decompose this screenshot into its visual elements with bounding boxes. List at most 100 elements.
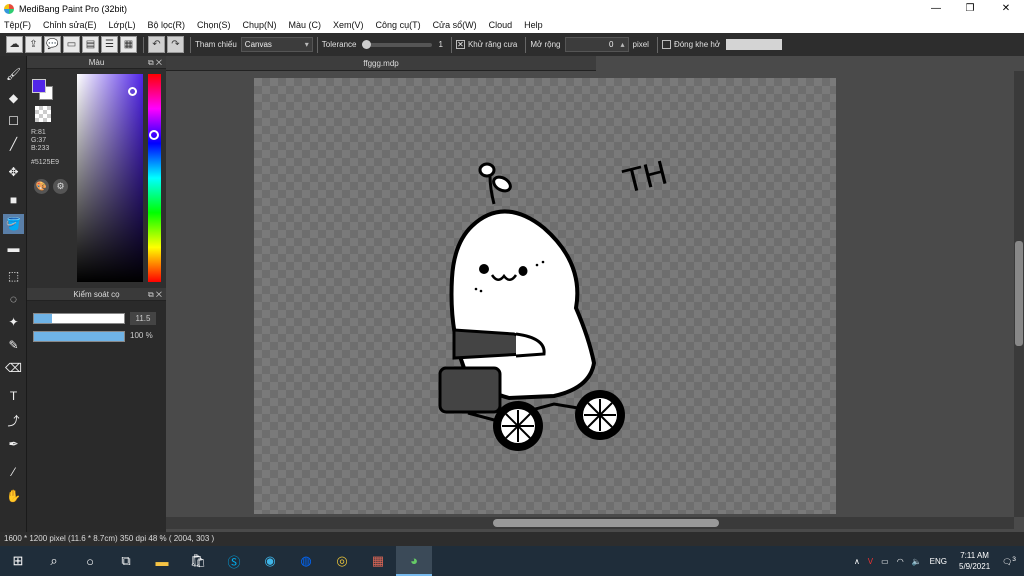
menu-view[interactable]: Xem(V) xyxy=(333,20,364,30)
brush-panel-title: Kiểm soát cọ xyxy=(73,290,120,299)
search-icon[interactable]: ⌕ xyxy=(36,546,72,576)
skype-icon[interactable]: Ⓢ xyxy=(216,546,252,576)
windows-start-icon[interactable]: ⊞ xyxy=(0,546,36,576)
toolbar-divider xyxy=(143,36,144,53)
transparent-color-swatch[interactable] xyxy=(35,106,51,122)
eraser-tool-icon[interactable]: ◆ xyxy=(3,88,24,108)
antivirus-icon[interactable]: V xyxy=(868,557,873,566)
vertical-scroll-thumb[interactable] xyxy=(1015,241,1023,346)
hue-slider[interactable] xyxy=(148,74,161,282)
menu-select[interactable]: Chọn(S) xyxy=(197,20,231,30)
select-eraser-tool-icon[interactable]: ⌫ xyxy=(3,358,24,378)
close-button[interactable]: ✕ xyxy=(988,0,1024,17)
line-tool-icon[interactable]: ╱ xyxy=(3,134,24,154)
horizontal-scroll-thumb[interactable] xyxy=(493,519,719,527)
wifi-icon[interactable]: ◠ xyxy=(897,557,904,566)
minimize-button[interactable]: — xyxy=(918,0,954,17)
app-logo-icon xyxy=(4,3,14,14)
paint-app-icon[interactable]: ▦ xyxy=(360,546,396,576)
system-tray: ∧ V ▭ ◠ 🔈 ENG 7:11 AM 5/9/2021 🗨3 xyxy=(850,546,1024,576)
palette-settings-icon[interactable]: ⚙ xyxy=(53,179,68,194)
menu-snap[interactable]: Chụp(N) xyxy=(243,20,277,30)
task-view-icon[interactable]: ⧉ xyxy=(108,546,144,576)
rect-select-tool-icon[interactable]: ⬚ xyxy=(3,266,24,286)
palette-icon[interactable]: 🎨 xyxy=(34,179,49,194)
chevron-up-icon[interactable]: ∧ xyxy=(854,557,860,566)
battery-icon[interactable]: ▭ xyxy=(881,557,889,566)
medibang-taskbar-icon[interactable]: ◕ xyxy=(396,546,432,576)
menu-file[interactable]: Tệp(F) xyxy=(4,20,31,30)
undo-icon[interactable]: ↶ xyxy=(148,36,165,53)
document-icon[interactable]: ▤ xyxy=(82,36,99,53)
redo-icon[interactable]: ↷ xyxy=(167,36,184,53)
brush-opacity-slider[interactable] xyxy=(33,331,125,342)
tolerance-slider-knob[interactable] xyxy=(362,39,372,49)
menu-filter[interactable]: Bộ lọc(R) xyxy=(147,20,185,30)
brush-opacity-value: 100 % xyxy=(130,331,153,340)
antialias-checkbox[interactable]: ✕ xyxy=(455,40,465,49)
rectangle-fill-tool-icon[interactable]: ■ xyxy=(3,190,24,210)
menu-cloud[interactable]: Cloud xyxy=(489,20,513,30)
panel-controls[interactable]: ⧉ ✕ xyxy=(148,288,162,301)
vertical-scrollbar[interactable] xyxy=(1014,71,1024,517)
cortana-icon[interactable]: ○ xyxy=(72,546,108,576)
maximize-button[interactable]: ❐ xyxy=(952,0,988,17)
brush-size-value[interactable]: 11.5 xyxy=(130,312,156,325)
panel-controls[interactable]: ⧉ ✕ xyxy=(148,56,162,69)
comment-icon[interactable]: 💬 xyxy=(44,36,61,53)
menu-help[interactable]: Help xyxy=(524,20,543,30)
hand-tool-icon[interactable]: ✋ xyxy=(3,486,24,506)
bucket-tool-icon[interactable]: 🪣 xyxy=(3,214,24,234)
reference-select[interactable]: Canvas xyxy=(240,37,313,52)
zalo-icon[interactable]: ◍ xyxy=(288,546,324,576)
green-value: G:37 xyxy=(31,137,47,144)
gradient-tool-icon[interactable]: ▬ xyxy=(3,238,24,258)
cloud-icon[interactable]: ☁ xyxy=(6,36,23,53)
lasso-tool-icon[interactable]: ◌ xyxy=(3,289,24,309)
grid-icon[interactable]: ▦ xyxy=(120,36,137,53)
sv-picker-cursor[interactable] xyxy=(128,87,137,96)
brush-size-slider[interactable] xyxy=(33,313,125,324)
foreground-color-swatch[interactable] xyxy=(32,79,46,93)
notification-count: 3 xyxy=(1012,555,1016,563)
toolbar-divider xyxy=(450,36,452,53)
edge-icon[interactable]: ◉ xyxy=(252,546,288,576)
saturation-value-picker[interactable] xyxy=(77,74,143,282)
dropper-tool-icon[interactable]: ✒ xyxy=(3,434,24,454)
menu-edit[interactable]: Chỉnh sửa(E) xyxy=(43,20,97,30)
magic-wand-tool-icon[interactable]: ✦ xyxy=(3,312,24,332)
operation-tool-icon[interactable]: ⤴ xyxy=(3,410,24,430)
notification-icon[interactable]: 🗨3 xyxy=(1002,556,1016,567)
hue-slider-cursor[interactable] xyxy=(149,130,159,140)
eyedropper-tool-icon[interactable]: ⁄ xyxy=(3,462,24,482)
language-indicator[interactable]: ENG xyxy=(930,557,947,566)
drawing-illustration xyxy=(438,162,625,451)
horizontal-scrollbar[interactable] xyxy=(166,517,1014,529)
menu-color[interactable]: Màu (C) xyxy=(289,20,322,30)
select-pen-tool-icon[interactable]: ✎ xyxy=(3,335,24,355)
toolbar-divider xyxy=(525,36,527,53)
gap-color-swatch[interactable] xyxy=(726,39,783,50)
antialias-label: Khử răng cưa xyxy=(467,40,518,49)
store-icon[interactable]: 🛍 xyxy=(180,546,216,576)
move-tool-icon[interactable]: ✥ xyxy=(3,162,24,182)
chrome-icon[interactable]: ◎ xyxy=(324,546,360,576)
menu-tools[interactable]: Công cụ(T) xyxy=(376,20,421,30)
clock[interactable]: 7:11 AM 5/9/2021 xyxy=(959,550,990,572)
menu-layer[interactable]: Lớp(L) xyxy=(109,20,136,30)
menu-window[interactable]: Cửa sổ(W) xyxy=(433,20,477,30)
text-tool-icon[interactable]: T xyxy=(3,386,24,406)
share-icon[interactable]: ⇪ xyxy=(25,36,42,53)
list-icon[interactable]: ☰ xyxy=(101,36,118,53)
file-explorer-icon[interactable]: ▬ xyxy=(144,546,180,576)
drawing-canvas[interactable]: TH xyxy=(254,78,836,514)
tolerance-slider[interactable] xyxy=(362,39,433,49)
chat-icon[interactable]: ▭ xyxy=(63,36,80,53)
toolbar-divider xyxy=(656,36,658,53)
brush-tool-icon[interactable]: 🖌 xyxy=(3,64,24,84)
document-tab[interactable]: ffggg.mdp xyxy=(166,56,596,71)
volume-icon[interactable]: 🔈 xyxy=(912,557,922,566)
close-gap-checkbox[interactable] xyxy=(661,40,671,49)
shape-tool-icon[interactable]: ☐ xyxy=(3,111,24,131)
expand-input[interactable]: 0 xyxy=(564,37,629,52)
